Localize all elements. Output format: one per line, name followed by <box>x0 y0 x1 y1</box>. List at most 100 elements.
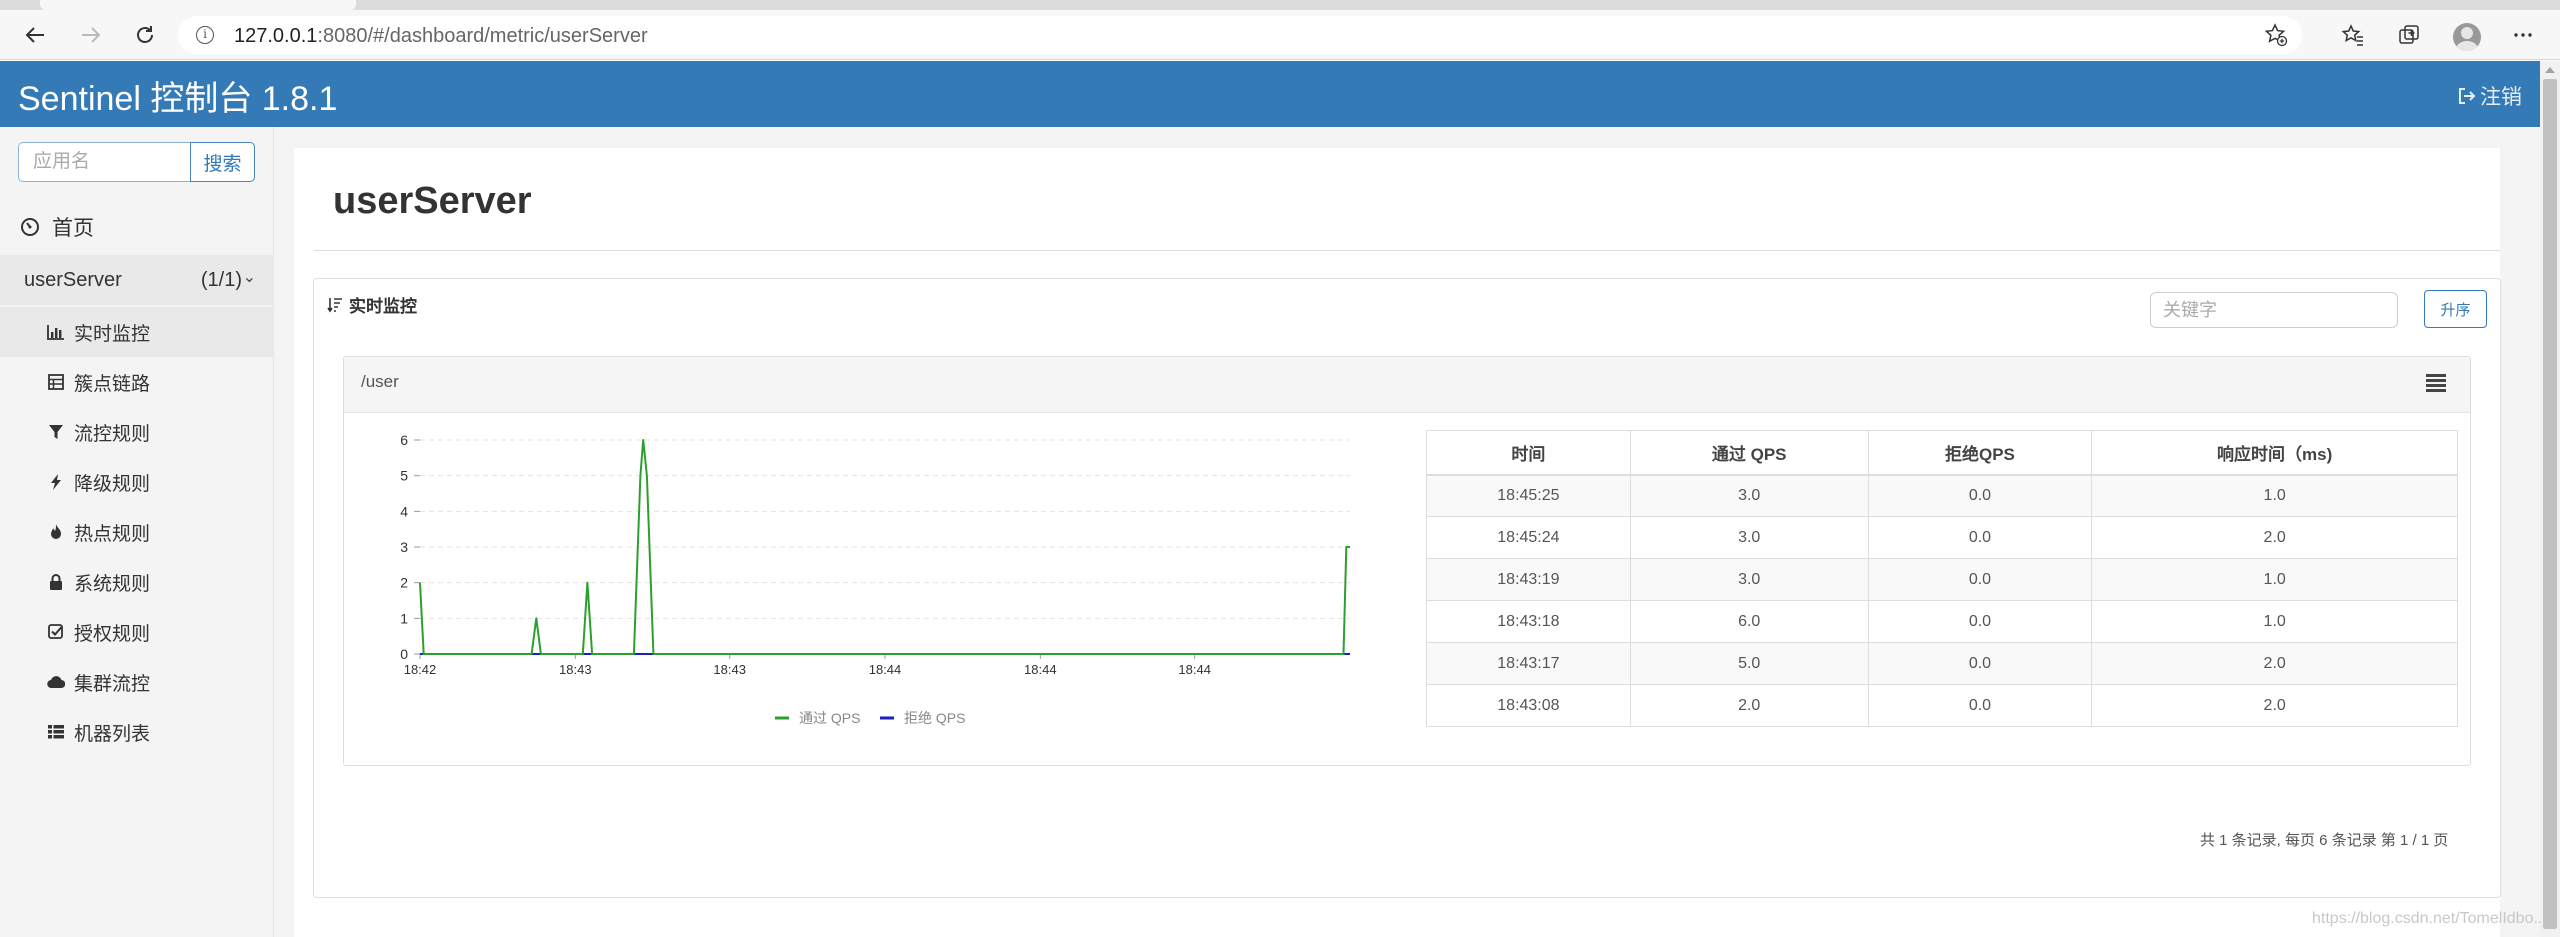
forward-arrow-icon <box>82 27 101 43</box>
col-header-block-qps: 拒绝QPS <box>1867 430 2093 476</box>
sidebar-item-machine-list[interactable]: 机器列表 <box>0 707 274 757</box>
logout-label: 注销 <box>2480 86 2522 109</box>
menu-label: 热点规则 <box>74 523 151 545</box>
site-info-icon[interactable]: i <box>196 26 214 44</box>
y-tick-label: 2 <box>400 575 408 591</box>
table-row: 18:43:19 3.0 0.0 1.0 <box>1426 558 2458 601</box>
col-header-time: 时间 <box>1426 430 1631 476</box>
cell-time: 18:45:25 <box>1426 474 1631 517</box>
sidebar: 搜索 首页 userServer (1/1) ⌄ 实时监控 簇点链路 流控规则 … <box>0 127 274 937</box>
col-header-pass-qps: 通过 QPS <box>1629 430 1869 476</box>
cloud-icon <box>46 672 66 692</box>
sidebar-item-realtime-monitor[interactable]: 实时监控 <box>0 307 274 357</box>
menu-label: 系统规则 <box>74 573 151 595</box>
dashboard-icon <box>21 218 39 236</box>
browser-active-tab[interactable] <box>40 0 356 10</box>
cell-rt: 2.0 <box>2091 684 2458 727</box>
reload-icon <box>137 26 153 43</box>
url-host: 127.0.0.1 <box>234 25 318 47</box>
resource-name: /user <box>361 372 399 391</box>
cell-rt: 1.0 <box>2091 558 2458 601</box>
flash-icon <box>46 472 66 492</box>
app-header: Sentinel 控制台 1.8.1 注销 <box>0 61 2540 127</box>
title-divider <box>314 250 2500 251</box>
menu-label: 集群流控 <box>74 673 151 695</box>
menu-label: 簇点链路 <box>74 373 151 395</box>
cell-pass-qps: 3.0 <box>1629 558 1869 601</box>
cell-block-qps: 0.0 <box>1867 558 2093 601</box>
add-favorite-icon[interactable] <box>2264 23 2288 47</box>
x-tick-label: 18:42 <box>404 662 437 677</box>
menu-label: 授权规则 <box>74 623 151 645</box>
browser-toolbar: i 127.0.0.1:8080/#/dashboard/metric/user… <box>0 10 2560 60</box>
y-tick-label: 6 <box>400 432 408 448</box>
table-row: 18:43:08 2.0 0.0 2.0 <box>1426 684 2458 727</box>
cell-time: 18:43:08 <box>1426 684 1631 727</box>
scroll-up-arrow-icon[interactable] <box>2545 67 2555 73</box>
keyword-search-input[interactable] <box>2150 292 2398 328</box>
x-tick-label: 18:43 <box>559 662 592 677</box>
cell-block-qps: 0.0 <box>1867 516 2093 559</box>
page-scrollbar[interactable] <box>2540 61 2560 937</box>
cell-pass-qps: 5.0 <box>1629 642 1869 685</box>
address-bar[interactable]: i 127.0.0.1:8080/#/dashboard/metric/user… <box>178 16 2302 54</box>
table-header-row: 时间 通过 QPS 拒绝QPS 响应时间（ms) <box>1426 430 2458 476</box>
table-row: 18:43:17 5.0 0.0 2.0 <box>1426 642 2458 685</box>
watermark-text: https://blog.csdn.net/TomelIdbo... <box>2312 910 2547 927</box>
sort-order-icon <box>327 297 342 312</box>
sidebar-item-degrade-rules[interactable]: 降级规则 <box>0 457 274 507</box>
more-dots-icon <box>2514 33 2532 37</box>
logout-link[interactable]: 注销 <box>2456 81 2522 111</box>
cell-pass-qps: 3.0 <box>1629 516 1869 559</box>
check-icon <box>46 622 66 642</box>
app-search-button[interactable]: 搜索 <box>190 142 255 182</box>
panel-title-label: 实时监控 <box>349 297 417 316</box>
y-tick-label: 3 <box>400 539 408 555</box>
menu-label: 机器列表 <box>74 723 151 745</box>
x-tick-label: 18:44 <box>1178 662 1211 677</box>
sidebar-item-cluster-point-link[interactable]: 簇点链路 <box>0 357 274 407</box>
sort-asc-button[interactable]: 升序 <box>2424 290 2487 328</box>
cell-block-qps: 0.0 <box>1867 684 2093 727</box>
cell-rt: 2.0 <box>2091 642 2458 685</box>
cell-time: 18:43:18 <box>1426 600 1631 643</box>
sidebar-app-userserver[interactable]: userServer (1/1) ⌄ <box>0 255 274 305</box>
y-tick-label: 0 <box>400 646 408 662</box>
sidebar-item-system-rules[interactable]: 系统规则 <box>0 557 274 607</box>
cell-time: 18:45:24 <box>1426 516 1631 559</box>
forward-button[interactable] <box>72 16 110 54</box>
y-tick-label: 4 <box>400 503 408 519</box>
menu-label: 实时监控 <box>74 323 151 345</box>
menu-label: 流控规则 <box>74 423 151 445</box>
cell-block-qps: 0.0 <box>1867 642 2093 685</box>
x-tick-label: 18:44 <box>869 662 902 677</box>
brand-title[interactable]: Sentinel 控制台 1.8.1 <box>18 71 337 120</box>
sidebar-item-hotspot-rules[interactable]: 热点规则 <box>0 507 274 557</box>
sidebar-item-home[interactable]: 首页 <box>0 207 274 247</box>
sidebar-item-auth-rules[interactable]: 授权规则 <box>0 607 274 657</box>
resource-menu-icon[interactable] <box>2426 374 2446 392</box>
app-search: 搜索 <box>18 142 255 182</box>
menu-label: 降级规则 <box>74 473 151 495</box>
url-text[interactable]: 127.0.0.1:8080/#/dashboard/metric/userSe… <box>234 25 648 48</box>
scrollbar-thumb[interactable] <box>2543 79 2557 929</box>
app-machine-count: (1/1) <box>200 269 242 291</box>
settings-more-button[interactable] <box>2504 16 2542 54</box>
app-search-input[interactable] <box>18 142 190 182</box>
sidebar-item-flow-rules[interactable]: 流控规则 <box>0 407 274 457</box>
profile-avatar[interactable] <box>2453 23 2481 51</box>
reload-button[interactable] <box>126 16 164 54</box>
y-tick-label: 5 <box>400 468 408 484</box>
favorites-button[interactable] <box>2334 16 2372 54</box>
page-title: userServer <box>333 180 532 222</box>
sidebar-menu: 实时监控 簇点链路 流控规则 降级规则 热点规则 系统规则 授权规则 集群流控 <box>0 307 274 757</box>
col-header-response-time: 响应时间（ms) <box>2091 430 2458 476</box>
collections-button[interactable] <box>2390 16 2428 54</box>
sidebar-item-cluster-flow[interactable]: 集群流控 <box>0 657 274 707</box>
cell-pass-qps: 2.0 <box>1629 684 1869 727</box>
browser-tabstrip <box>0 0 2560 10</box>
back-button[interactable] <box>16 16 54 54</box>
cell-rt: 1.0 <box>2091 600 2458 643</box>
pagination-info: 共 1 条记录, 每页 6 条记录 第 1 / 1 页 <box>2200 832 2449 849</box>
cell-block-qps: 0.0 <box>1867 474 2093 517</box>
